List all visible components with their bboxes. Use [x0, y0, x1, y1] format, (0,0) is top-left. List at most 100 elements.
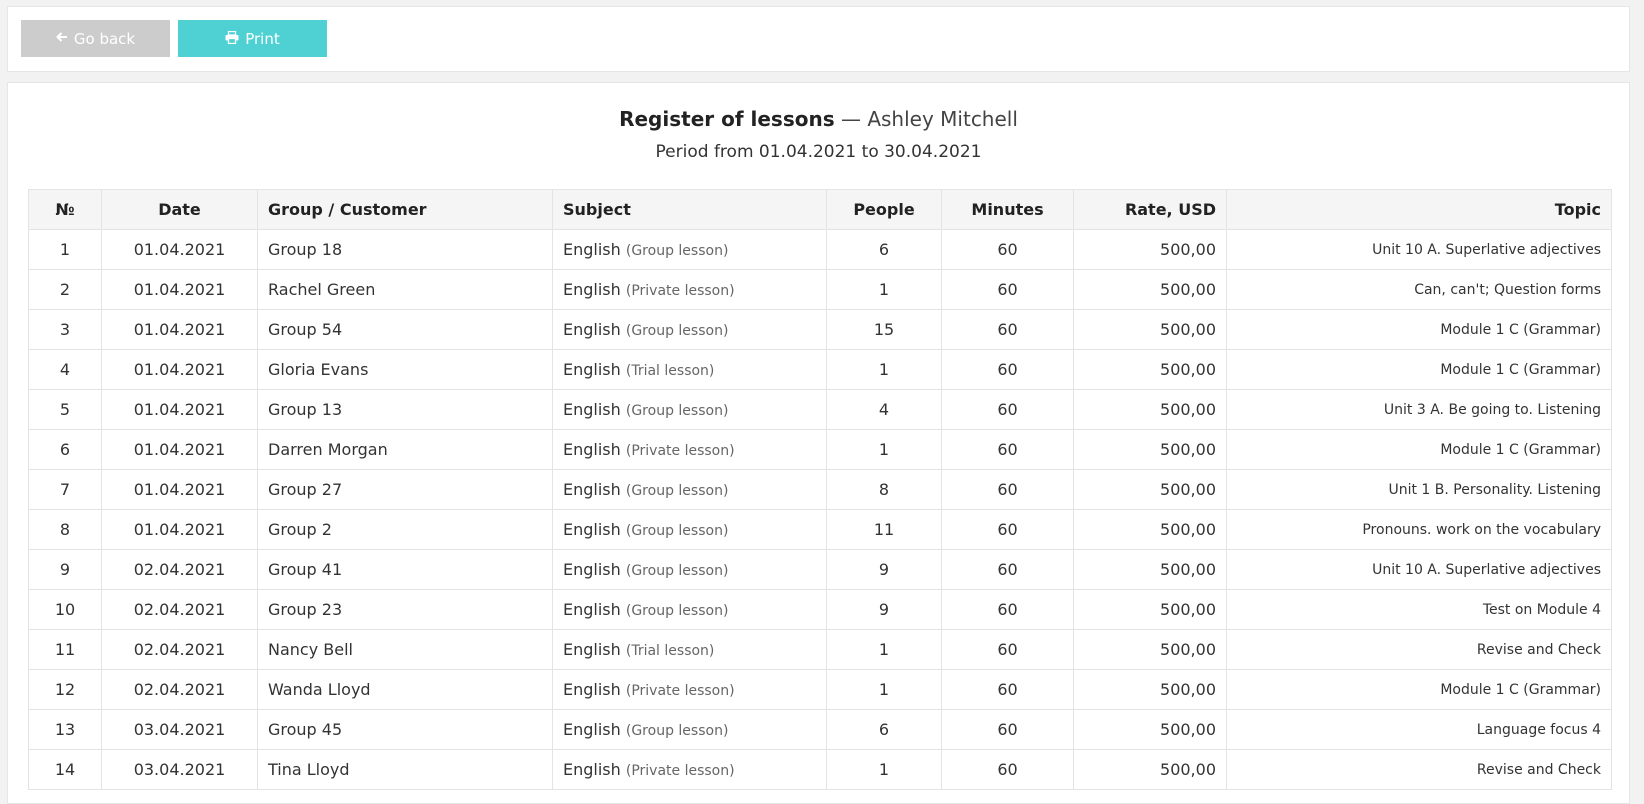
cell-rate: 500,00 — [1073, 229, 1227, 270]
cell-rate: 500,00 — [1073, 429, 1227, 470]
cell-customer: Wanda Lloyd — [257, 669, 553, 710]
table-row: 13 03.04.2021 Group 45 English (Group lesso… — [28, 709, 1612, 750]
cell-topic: Module 1 C (Grammar) — [1226, 309, 1612, 350]
lesson-type: (Group lesson) — [625, 603, 729, 619]
print-button[interactable]: Print — [178, 20, 327, 57]
cell-date: 01.04.2021 — [101, 429, 258, 470]
print-label: Print — [245, 29, 280, 48]
cell-rate: 500,00 — [1073, 749, 1227, 790]
cell-num: 9 — [28, 549, 102, 590]
cell-minutes: 60 — [941, 509, 1074, 550]
cell-num: 8 — [28, 509, 102, 550]
cell-people: 1 — [826, 349, 942, 390]
cell-customer: Group 2 — [257, 509, 553, 550]
cell-minutes: 60 — [941, 349, 1074, 390]
lesson-type: (Group lesson) — [625, 563, 729, 579]
cell-subject: English (Private lesson) — [552, 429, 827, 470]
cell-rate: 500,00 — [1073, 549, 1227, 590]
cell-customer: Group 45 — [257, 709, 553, 750]
cell-topic: Test on Module 4 — [1226, 589, 1612, 630]
cell-subject: English (Trial lesson) — [552, 629, 827, 670]
cell-minutes: 60 — [941, 629, 1074, 670]
cell-subject: English (Trial lesson) — [552, 349, 827, 390]
cell-people: 8 — [826, 469, 942, 510]
cell-rate: 500,00 — [1073, 669, 1227, 710]
cell-minutes: 60 — [941, 469, 1074, 510]
cell-subject: English (Group lesson) — [552, 229, 827, 270]
lesson-type: (Trial lesson) — [625, 643, 715, 659]
cell-subject: English (Group lesson) — [552, 309, 827, 350]
cell-subject: English (Group lesson) — [552, 389, 827, 430]
cell-date: 02.04.2021 — [101, 669, 258, 710]
header-customer: Group / Customer — [257, 189, 553, 230]
cell-date: 02.04.2021 — [101, 589, 258, 630]
cell-people: 9 — [826, 589, 942, 630]
go-back-button[interactable]: Go back — [21, 20, 170, 57]
table-row: 14 03.04.2021 Tina Lloyd English (Private l… — [28, 749, 1612, 790]
lessons-table-body: 1 01.04.2021 Group 18 English (Group lesson… — [28, 229, 1612, 790]
subject-name: English — [563, 560, 621, 579]
lesson-type: (Group lesson) — [625, 523, 729, 539]
cell-subject: English (Group lesson) — [552, 549, 827, 590]
cell-people: 9 — [826, 549, 942, 590]
cell-num: 3 — [28, 309, 102, 350]
cell-date: 01.04.2021 — [101, 509, 258, 550]
cell-customer: Group 13 — [257, 389, 553, 430]
cell-topic: Revise and Check — [1226, 629, 1612, 670]
cell-date: 02.04.2021 — [101, 629, 258, 670]
cell-customer: Tina Lloyd — [257, 749, 553, 790]
cell-num: 4 — [28, 349, 102, 390]
cell-rate: 500,00 — [1073, 509, 1227, 550]
cell-date: 01.04.2021 — [101, 269, 258, 310]
subject-name: English — [563, 440, 621, 459]
table-row: 7 01.04.2021 Group 27 English (Group lesson… — [28, 469, 1612, 510]
cell-num: 2 — [28, 269, 102, 310]
cell-num: 6 — [28, 429, 102, 470]
cell-people: 1 — [826, 269, 942, 310]
lesson-type: (Trial lesson) — [625, 363, 715, 379]
cell-date: 01.04.2021 — [101, 229, 258, 270]
cell-date: 01.04.2021 — [101, 469, 258, 510]
subject-name: English — [563, 280, 621, 299]
table-row: 4 01.04.2021 Gloria Evans English (Trial le… — [28, 349, 1612, 390]
cell-topic: Language focus 4 — [1226, 709, 1612, 750]
subject-name: English — [563, 720, 621, 739]
cell-num: 7 — [28, 469, 102, 510]
subject-name: English — [563, 400, 621, 419]
arrow-left-icon — [55, 31, 68, 46]
cell-num: 1 — [28, 229, 102, 270]
printer-icon — [225, 30, 239, 47]
table-row: 9 02.04.2021 Group 41 English (Group lesson… — [28, 549, 1612, 590]
report-title-dash: — — [840, 107, 861, 131]
cell-num: 14 — [28, 749, 102, 790]
cell-rate: 500,00 — [1073, 389, 1227, 430]
cell-subject: English (Private lesson) — [552, 669, 827, 710]
cell-minutes: 60 — [941, 269, 1074, 310]
subject-name: English — [563, 240, 621, 259]
header-date: Date — [101, 189, 258, 230]
cell-people: 1 — [826, 669, 942, 710]
cell-rate: 500,00 — [1073, 469, 1227, 510]
lesson-type: (Group lesson) — [625, 403, 729, 419]
cell-rate: 500,00 — [1073, 709, 1227, 750]
cell-customer: Group 41 — [257, 549, 553, 590]
lesson-type: (Private lesson) — [625, 283, 735, 299]
cell-people: 4 — [826, 389, 942, 430]
report-title: Register of lessons — Ashley Mitchell — [8, 107, 1629, 131]
cell-customer: Rachel Green — [257, 269, 553, 310]
cell-people: 1 — [826, 429, 942, 470]
cell-num: 13 — [28, 709, 102, 750]
cell-customer: Group 54 — [257, 309, 553, 350]
cell-rate: 500,00 — [1073, 309, 1227, 350]
cell-customer: Group 18 — [257, 229, 553, 270]
cell-date: 01.04.2021 — [101, 349, 258, 390]
table-row: 11 02.04.2021 Nancy Bell English (Trial les… — [28, 629, 1612, 670]
cell-minutes: 60 — [941, 749, 1074, 790]
cell-subject: English (Group lesson) — [552, 469, 827, 510]
cell-date: 01.04.2021 — [101, 309, 258, 350]
cell-topic: Revise and Check — [1226, 749, 1612, 790]
cell-topic: Unit 1 B. Personality. Listening — [1226, 469, 1612, 510]
report-panel: Register of lessons — Ashley Mitchell Pe… — [7, 82, 1630, 804]
table-row: 10 02.04.2021 Group 23 English (Group lesso… — [28, 589, 1612, 630]
cell-topic: Module 1 C (Grammar) — [1226, 429, 1612, 470]
